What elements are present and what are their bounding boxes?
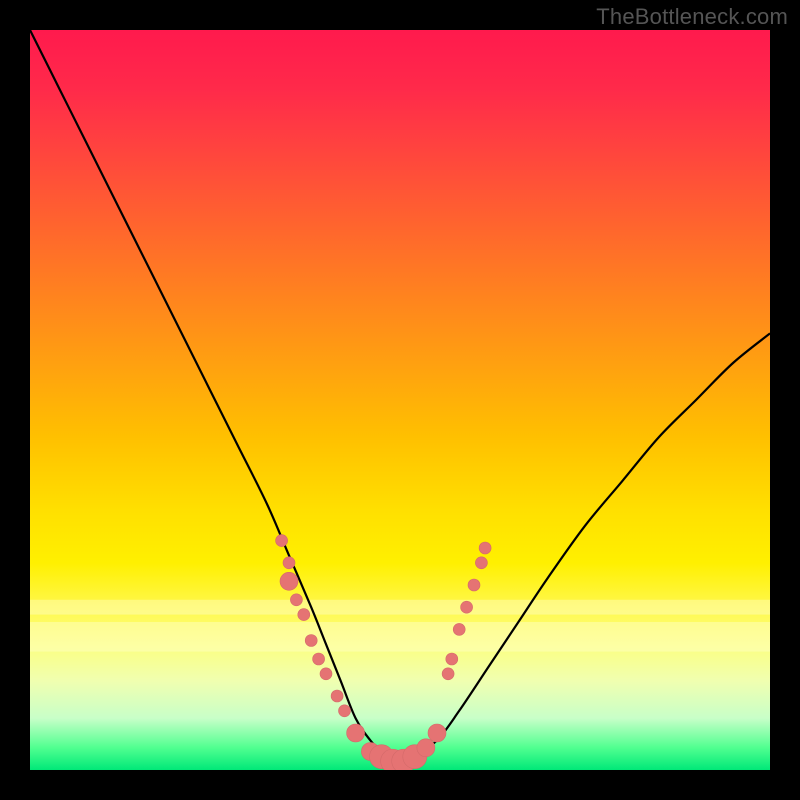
pale-bands-layer [30,600,770,652]
data-marker [417,739,435,757]
data-marker [479,542,491,554]
plot-area [30,30,770,770]
data-marker [339,705,351,717]
data-marker [461,601,473,613]
data-marker [313,653,325,665]
data-marker [468,579,480,591]
data-marker [446,653,458,665]
data-marker [475,557,487,569]
data-marker [290,594,302,606]
pale-band [30,622,770,652]
data-marker [331,690,343,702]
chart-frame: TheBottleneck.com [0,0,800,800]
data-marker [347,724,365,742]
data-marker [276,535,288,547]
watermark-text: TheBottleneck.com [596,4,788,30]
bottleneck-curve [30,30,770,763]
data-marker [320,668,332,680]
data-marker [453,623,465,635]
data-marker [280,572,298,590]
data-marker [298,609,310,621]
data-marker [305,635,317,647]
chart-svg [30,30,770,770]
data-marker [283,557,295,569]
pale-band [30,600,770,615]
data-marker [442,668,454,680]
data-markers-layer [276,535,492,770]
data-marker [428,724,446,742]
